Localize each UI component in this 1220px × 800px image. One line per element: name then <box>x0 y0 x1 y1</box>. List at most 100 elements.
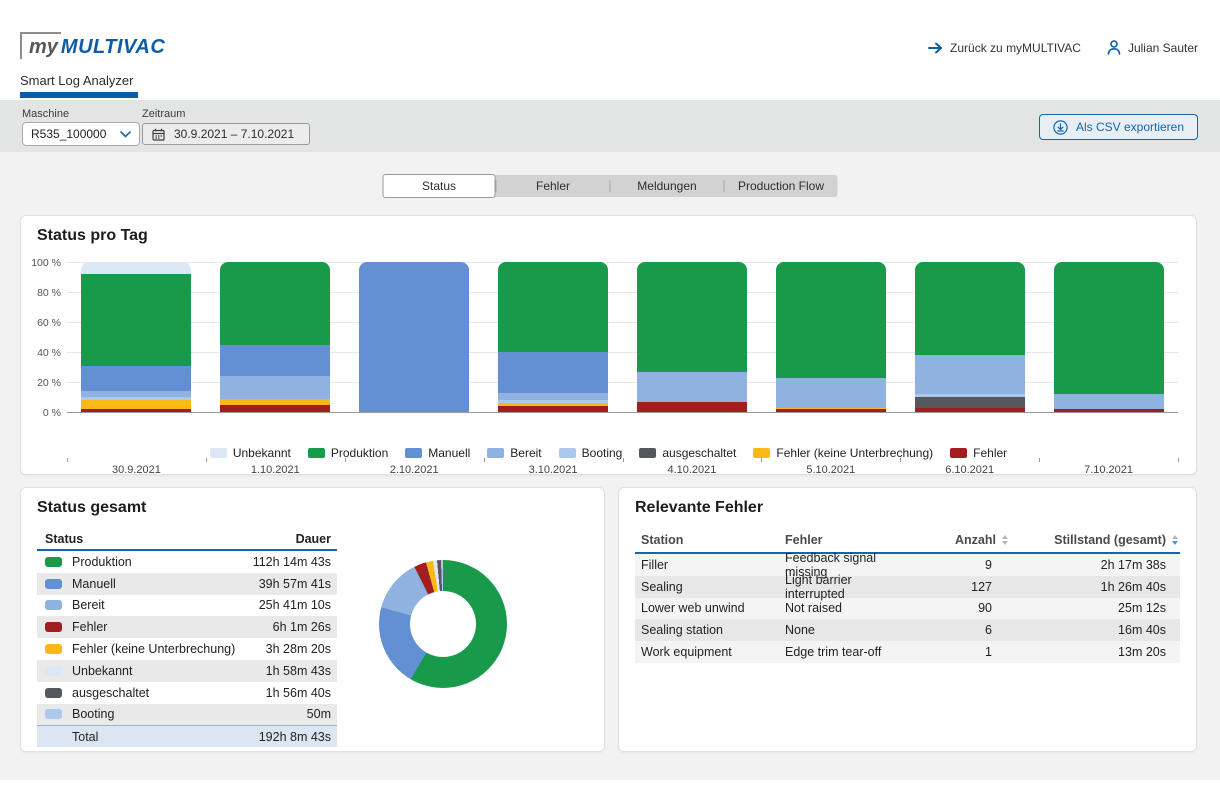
legend-swatch <box>639 448 656 458</box>
bar-segment-produktion <box>637 262 747 372</box>
bar-segment-bereit <box>220 376 330 399</box>
legend-label: Fehler <box>973 446 1007 460</box>
bar-segment-unbekannt <box>81 262 191 274</box>
export-csv-button[interactable]: Als CSV exportieren <box>1039 114 1198 140</box>
error-cell: 13m 20s <box>1010 645 1180 659</box>
sort-icon-active <box>1172 535 1178 545</box>
main-content: StatusFehlerMeldungenProduction Flow Sta… <box>0 152 1220 780</box>
status-donut-chart <box>379 560 507 688</box>
legend-item-booting: Booting <box>559 446 623 460</box>
y-axis-tick-label: 0 % <box>23 407 61 419</box>
status-color-chip <box>45 666 62 676</box>
x-axis-label: 1.10.2021 <box>206 464 345 476</box>
status-total-table-header: Status Dauer <box>37 528 337 551</box>
col-anzahl-sort[interactable]: Anzahl <box>910 533 1010 547</box>
legend-swatch <box>950 448 967 458</box>
status-row-unbekannt: Unbekannt1h 58m 43s <box>37 660 337 682</box>
error-cell: Lower web unwind <box>635 601 785 615</box>
col-station: Station <box>635 533 785 547</box>
legend-item-unbekannt: Unbekannt <box>210 446 291 460</box>
legend-swatch <box>210 448 227 458</box>
status-name: Produktion <box>72 555 132 569</box>
view-tab-production-flow[interactable]: Production Flow <box>725 175 838 197</box>
x-axis-label: 2.10.2021 <box>345 464 484 476</box>
stacked-bar-2.10.2021[interactable] <box>359 262 469 412</box>
legend-label: Unbekannt <box>233 446 291 460</box>
bar-segment-produktion <box>81 274 191 366</box>
status-duration: 39h 57m 41s <box>259 577 331 591</box>
y-axis-tick-label: 80 % <box>23 287 61 299</box>
sort-icon <box>1002 535 1008 545</box>
col-status: Status <box>45 532 83 546</box>
error-cell: Work equipment <box>635 645 785 659</box>
bar-segment-fehler-(keine-unterbrechung) <box>81 400 191 409</box>
bar-slot <box>345 262 484 412</box>
stacked-bar-4.10.2021[interactable] <box>637 262 747 412</box>
user-menu[interactable]: Julian Sauter <box>1107 40 1198 55</box>
stacked-bar-7.10.2021[interactable] <box>1054 262 1164 412</box>
error-row-sealing: SealingLight barrier interrupted1271h 26… <box>635 576 1180 598</box>
stacked-bar-1.10.2021[interactable] <box>220 262 330 412</box>
relevant-errors-table: Station Fehler Anzahl Stillstand (gesamt… <box>635 528 1180 663</box>
view-tab-fehler[interactable]: Fehler <box>497 175 610 197</box>
error-row-lower-web-unwind: Lower web unwindNot raised9025m 12s <box>635 598 1180 620</box>
bar-segment-produktion <box>498 262 608 352</box>
status-row-manuell: Manuell39h 57m 41s <box>37 573 337 595</box>
status-row-fehler: Fehler6h 1m 26s <box>37 616 337 638</box>
bar-segment-bereit <box>637 372 747 402</box>
stacked-bar-3.10.2021[interactable] <box>498 262 608 412</box>
bar-segment-produktion <box>220 262 330 345</box>
legend-item-ausgeschaltet: ausgeschaltet <box>639 446 736 460</box>
view-tab-meldungen[interactable]: Meldungen <box>611 175 724 197</box>
machine-select[interactable]: R535_100000 <box>22 122 140 146</box>
mymultivac-logo: my MULTIVAC <box>20 32 165 59</box>
back-to-mymultivac-link[interactable]: Zurück zu myMULTIVAC <box>928 41 1081 55</box>
error-cell: Light barrier interrupted <box>785 573 910 601</box>
period-date-range-field[interactable]: 30.9.2021 – 7.10.2021 <box>142 123 310 145</box>
legend-label: Bereit <box>510 446 541 460</box>
y-axis-tick-label: 20 % <box>23 377 61 389</box>
bar-segment-manuell <box>81 366 191 392</box>
stacked-bar-5.10.2021[interactable] <box>776 262 886 412</box>
bar-segment-produktion <box>1054 262 1164 394</box>
logo-brand-text: MULTIVAC <box>61 32 165 59</box>
status-duration: 25h 41m 10s <box>259 598 331 612</box>
error-cell: 127 <box>910 580 1010 594</box>
status-row-ausgeschaltet: ausgeschaltet1h 56m 40s <box>37 682 337 704</box>
chevron-down-icon <box>120 131 131 138</box>
status-per-day-card: Status pro Tag 100 %80 %60 %40 %20 %0 %3… <box>20 215 1197 475</box>
col-stillstand-sort[interactable]: Stillstand (gesamt) <box>1010 533 1180 547</box>
chart-legend: Unbekannt Produktion Manuell Bereit Booting a… <box>21 446 1196 460</box>
download-circle-icon <box>1053 120 1068 135</box>
bar-segment-manuell <box>498 352 608 393</box>
user-icon <box>1107 40 1121 55</box>
status-duration: 112h 14m 43s <box>253 555 331 569</box>
legend-item-manuell: Manuell <box>405 446 470 460</box>
legend-swatch <box>487 448 504 458</box>
status-duration: 1h 56m 40s <box>266 686 331 700</box>
relevant-errors-title: Relevante Fehler <box>635 499 763 517</box>
y-axis-tick-label: 40 % <box>23 347 61 359</box>
x-axis-label: 6.10.2021 <box>900 464 1039 476</box>
bar-slot <box>67 262 206 412</box>
stacked-bar-30.9.2021[interactable] <box>81 262 191 412</box>
x-axis-label: 4.10.2021 <box>623 464 762 476</box>
bar-slot <box>761 262 900 412</box>
status-duration: 6h 1m 26s <box>273 620 331 634</box>
view-tab-status[interactable]: Status <box>383 174 496 198</box>
status-color-chip <box>45 709 62 719</box>
status-per-day-title: Status pro Tag <box>37 227 148 245</box>
tab-smart-log-analyzer[interactable]: Smart Log Analyzer <box>20 73 133 88</box>
stacked-bar-6.10.2021[interactable] <box>915 262 1025 412</box>
legend-label: ausgeschaltet <box>662 446 736 460</box>
x-axis-line <box>67 412 1178 413</box>
export-csv-label: Als CSV exportieren <box>1076 120 1184 134</box>
x-axis-label: 5.10.2021 <box>761 464 900 476</box>
status-duration: 1h 58m 43s <box>266 664 331 678</box>
status-total-card: Status gesamt Status Dauer Produktion112… <box>20 487 605 752</box>
bar-segment-fehler <box>637 402 747 413</box>
legend-item-produktion: Produktion <box>308 446 388 460</box>
arrow-right-icon <box>928 42 943 54</box>
app-header: my MULTIVAC Smart Log Analyzer Zurück zu… <box>0 0 1220 100</box>
status-total-table: Status Dauer Produktion 112h 14m 43s Manue… <box>37 528 337 747</box>
